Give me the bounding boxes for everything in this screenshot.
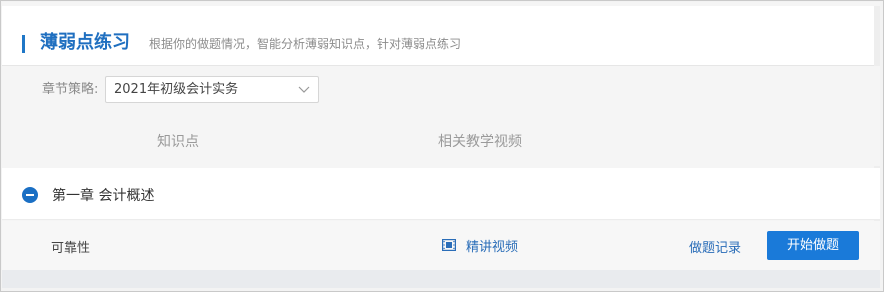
- selected-value: 2021年初级会计实务: [114, 82, 239, 97]
- chapter-strategy-label: 章节策略:: [42, 82, 99, 97]
- start-practice-button[interactable]: 开始做题: [767, 231, 859, 260]
- knowledge-point-name: 可靠性: [51, 241, 91, 256]
- bottom-strip: [2, 270, 880, 288]
- minus-circle-icon[interactable]: [22, 187, 38, 203]
- title-accent-bar: [22, 35, 25, 53]
- chapter-row[interactable]: 第一章 会计概述: [2, 168, 880, 220]
- lecture-video-link[interactable]: 精讲视频: [442, 235, 518, 255]
- chevron-down-icon: [298, 86, 310, 93]
- chapter-strategy-select[interactable]: 2021年初级会计实务: [105, 76, 319, 103]
- lecture-video-label: 精讲视频: [466, 239, 519, 255]
- practice-record-link[interactable]: 做题记录: [689, 237, 741, 256]
- filter-row: 章节策略: 2021年初级会计实务: [2, 66, 880, 114]
- column-header-knowledge: 知识点: [157, 134, 199, 150]
- chapter-title: 第一章 会计概述: [52, 188, 155, 204]
- knowledge-point-row: 可靠性 精讲视频 做题记录 开始做题: [2, 221, 880, 270]
- table-header: 知识点 相关教学视频: [2, 114, 880, 166]
- column-header-video: 相关教学视频: [438, 134, 522, 150]
- page-title: 薄弱点练习: [40, 32, 130, 53]
- panel-header: 薄弱点练习 根据你的做题情况，智能分析薄弱知识点，针对薄弱点练习: [2, 6, 880, 66]
- film-icon: [442, 239, 456, 251]
- page-description: 根据你的做题情况，智能分析薄弱知识点，针对薄弱点练习: [149, 37, 462, 51]
